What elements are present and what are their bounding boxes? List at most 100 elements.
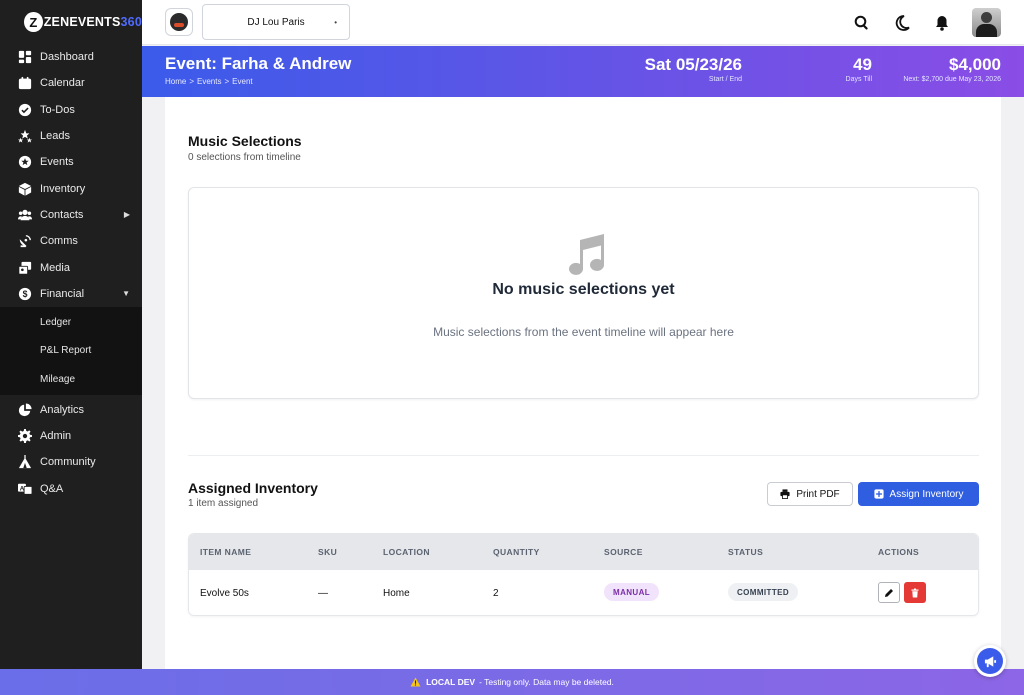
music-empty-state: No music selections yet Music selections… — [188, 187, 979, 399]
sidebar-item-analytics[interactable]: Analytics — [0, 397, 142, 423]
sidebar-subitem-mileage[interactable]: Mileage — [0, 365, 142, 394]
sidebar-item-label: Media — [40, 261, 70, 274]
source-badge: MANUAL — [604, 583, 660, 601]
column-header-quantity[interactable]: QUANTITY — [493, 547, 540, 557]
quantity-cell: 2 — [493, 588, 499, 599]
sidebar-nav: Dashboard Calendar To-Dos Leads Events I… — [0, 44, 142, 307]
sidebar-item-label: Dashboard — [40, 51, 94, 64]
table-row[interactable]: Evolve 50s — Home 2 MANUAL COMMITTED — [189, 570, 978, 615]
gear-icon — [17, 429, 32, 444]
sidebar-item-financial[interactable]: $ Financial ▼ — [0, 281, 142, 307]
table-header: ITEM NAME SKU LOCATION QUANTITY SOURCE S… — [189, 534, 978, 570]
sku-cell: — — [318, 588, 328, 599]
inventory-table: ITEM NAME SKU LOCATION QUANTITY SOURCE S… — [188, 533, 979, 616]
sidebar-item-todos[interactable]: To-Dos — [0, 97, 142, 123]
sidebar-item-events[interactable]: Events — [0, 149, 142, 175]
sidebar-item-label: Q&A — [40, 482, 64, 495]
trash-icon — [911, 588, 919, 597]
event-date[interactable]: Sat 05/23/26 Start / End — [645, 55, 742, 83]
page-title: Event: Farha & Andrew — [165, 54, 352, 73]
column-header-location[interactable]: LOCATION — [383, 547, 430, 557]
business-selector[interactable]: DJ Lou Paris • — [202, 4, 350, 40]
sidebar-item-qa[interactable]: A Q&A — [0, 476, 142, 502]
language-icon: A — [17, 481, 32, 496]
breadcrumb-current: Event — [232, 77, 253, 86]
chevron-down-icon: ▼ — [122, 289, 130, 299]
assign-inventory-label: Assign Inventory — [889, 488, 964, 500]
moon-icon[interactable] — [892, 13, 912, 33]
sidebar-item-label: Analytics — [40, 403, 85, 416]
breadcrumb-separator: > — [189, 77, 195, 86]
announcements-button[interactable] — [974, 645, 1006, 677]
column-header-source[interactable]: SOURCE — [604, 547, 643, 557]
photo-video-icon — [17, 260, 32, 275]
music-selections-title: Music Selections — [188, 133, 302, 149]
stars-icon — [17, 129, 32, 144]
event-date-caption: Start / End — [708, 76, 742, 83]
breadcrumb-separator: > — [224, 77, 230, 86]
sidebar-item-community[interactable]: Community — [0, 449, 142, 475]
sidebar-item-label: Calendar — [40, 77, 85, 90]
environment-banner: LOCAL DEV - Testing only. Data may be de… — [0, 669, 1024, 695]
app-logo[interactable]: Z ZENEVENTS360 — [0, 0, 142, 44]
sidebar-item-leads[interactable]: Leads — [0, 123, 142, 149]
logo-text: ZENEVENTS360 — [43, 15, 142, 29]
item-name-cell: Evolve 50s — [200, 588, 249, 599]
announcements-button-inner — [977, 648, 1003, 674]
check-circle-icon — [17, 102, 32, 117]
tent-icon — [17, 455, 32, 470]
top-bar: DJ Lou Paris • — [142, 0, 1024, 45]
delete-button[interactable] — [904, 582, 926, 603]
column-header-actions: ACTIONS — [878, 547, 920, 557]
edit-icon — [885, 588, 893, 597]
column-header-sku[interactable]: SKU — [318, 547, 337, 557]
event-amount: $4,000 Next: $2,700 due May 23, 2026 — [903, 55, 1001, 83]
sidebar-item-admin[interactable]: Admin — [0, 423, 142, 449]
megaphone-icon — [984, 655, 996, 667]
sidebar-item-label: Inventory — [40, 182, 86, 195]
dollar-circle-icon: $ — [17, 286, 32, 301]
sidebar-item-label: Financial — [40, 287, 85, 300]
dashboard-icon — [17, 50, 32, 65]
days-till-caption: Days Till — [845, 76, 872, 83]
days-till-value: 49 — [853, 55, 872, 74]
environment-note: - Testing only. Data may be deleted. — [479, 677, 614, 687]
top-actions — [852, 0, 1024, 45]
sidebar-item-inventory[interactable]: Inventory — [0, 175, 142, 201]
environment-label: LOCAL DEV — [426, 677, 476, 687]
print-pdf-button[interactable]: Print PDF — [767, 482, 853, 506]
business-name: DJ Lou Paris — [247, 16, 305, 28]
dropdown-dot-icon: • — [334, 17, 337, 27]
bell-icon[interactable] — [932, 13, 952, 33]
assign-inventory-button[interactable]: Assign Inventory — [858, 482, 979, 506]
next-payment-caption: Next: $2,700 due May 23, 2026 — [903, 76, 1001, 83]
sidebar-subitem-ledger[interactable]: Ledger — [0, 308, 142, 337]
users-icon — [17, 207, 32, 222]
sidebar-item-label: Leads — [40, 130, 70, 143]
edit-button[interactable] — [878, 582, 900, 603]
section-divider — [188, 455, 979, 456]
svg-text:$: $ — [22, 289, 27, 299]
column-header-status[interactable]: STATUS — [728, 547, 763, 557]
search-icon[interactable] — [852, 13, 872, 33]
breadcrumb-events[interactable]: Events — [197, 77, 221, 86]
breadcrumb-home[interactable]: Home — [165, 77, 186, 86]
sidebar-item-label: Contacts — [40, 208, 84, 221]
sidebar-item-dashboard[interactable]: Dashboard — [0, 44, 142, 70]
empty-state-description: Music selections from the event timeline… — [433, 325, 734, 339]
sidebar-item-comms[interactable]: Comms — [0, 228, 142, 254]
warning-icon — [410, 677, 421, 687]
sidebar-item-contacts[interactable]: Contacts ▶ — [0, 202, 142, 228]
user-avatar[interactable] — [972, 8, 1001, 37]
sidebar-item-label: Admin — [40, 430, 72, 443]
sidebar-item-media[interactable]: Media — [0, 254, 142, 280]
business-logo-image — [170, 13, 188, 31]
sidebar-subitem-pl-report[interactable]: P&L Report — [0, 337, 142, 366]
assigned-inventory-title: Assigned Inventory — [188, 480, 318, 496]
column-header-item-name[interactable]: ITEM NAME — [200, 547, 251, 557]
calendar-icon — [17, 76, 32, 91]
sidebar-item-label: To-Dos — [40, 103, 75, 116]
business-logo[interactable] — [165, 8, 193, 36]
status-badge: COMMITTED — [728, 583, 799, 601]
sidebar-item-calendar[interactable]: Calendar — [0, 70, 142, 96]
